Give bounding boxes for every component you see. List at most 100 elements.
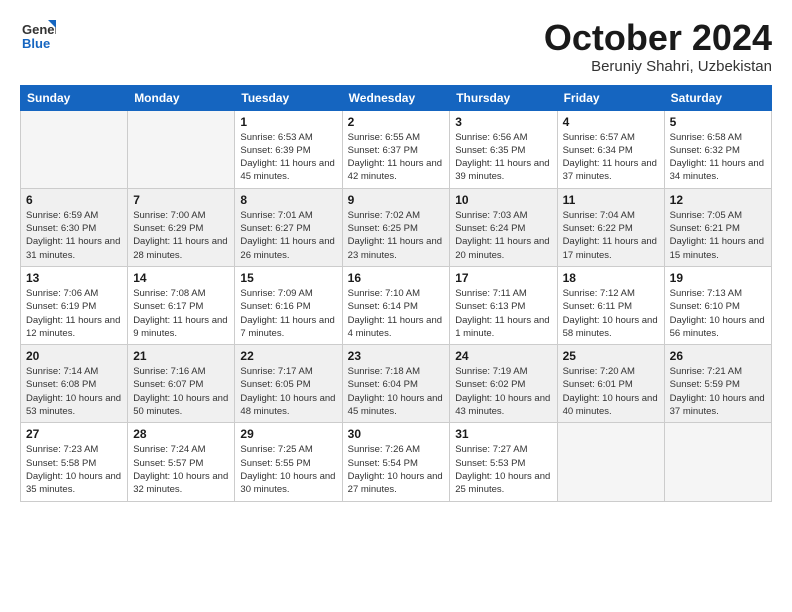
day-number: 21 (133, 349, 229, 363)
table-row: 29 Sunrise: 7:25 AMSunset: 5:55 PMDayligh… (235, 423, 342, 501)
day-info: Sunrise: 7:24 AMSunset: 5:57 PMDaylight:… (133, 443, 229, 496)
table-row (664, 423, 771, 501)
day-number: 1 (240, 115, 336, 129)
table-row: 4 Sunrise: 6:57 AMSunset: 6:34 PMDaylight… (557, 110, 664, 188)
table-row: 25 Sunrise: 7:20 AMSunset: 6:01 PMDayligh… (557, 345, 664, 423)
day-number: 9 (348, 193, 445, 207)
table-row: 9 Sunrise: 7:02 AMSunset: 6:25 PMDaylight… (342, 188, 450, 266)
day-info: Sunrise: 6:59 AMSunset: 6:30 PMDaylight:… (26, 209, 122, 262)
table-row: 15 Sunrise: 7:09 AMSunset: 6:16 PMDayligh… (235, 266, 342, 344)
day-info: Sunrise: 7:09 AMSunset: 6:16 PMDaylight:… (240, 287, 336, 340)
day-number: 2 (348, 115, 445, 129)
day-number: 17 (455, 271, 551, 285)
table-row: 17 Sunrise: 7:11 AMSunset: 6:13 PMDayligh… (450, 266, 557, 344)
day-info: Sunrise: 7:03 AMSunset: 6:24 PMDaylight:… (455, 209, 551, 262)
table-row: 30Sunrise: 7:26 AMSunset: 5:54 PMDayligh… (342, 423, 450, 501)
day-info: Sunrise: 7:13 AMSunset: 6:10 PMDaylight:… (670, 287, 766, 340)
day-number: 23 (348, 349, 445, 363)
day-info: Sunrise: 7:21 AMSunset: 5:59 PMDaylight:… (670, 365, 766, 418)
table-row: 21Sunrise: 7:16 AMSunset: 6:07 PMDayligh… (128, 345, 235, 423)
day-number: 29 (240, 427, 336, 441)
table-row: 20Sunrise: 7:14 AMSunset: 6:08 PMDayligh… (21, 345, 128, 423)
day-info: Sunrise: 7:08 AMSunset: 6:17 PMDaylight:… (133, 287, 229, 340)
table-row: 18 Sunrise: 7:12 AMSunset: 6:11 PMDayligh… (557, 266, 664, 344)
header: General Blue October 2024 Beruniy Shahri… (20, 18, 772, 75)
day-number: 18 (563, 271, 659, 285)
header-sunday: Sunday (21, 85, 128, 110)
day-info: Sunrise: 7:10 AMSunset: 6:14 PMDaylight:… (348, 287, 445, 340)
day-number: 30 (348, 427, 445, 441)
table-row (128, 110, 235, 188)
day-number: 24 (455, 349, 551, 363)
day-number: 15 (240, 271, 336, 285)
month-title: October 2024 (544, 18, 772, 58)
calendar-header-row: Sunday Monday Tuesday Wednesday Thursday… (21, 85, 772, 110)
table-row: 26 Sunrise: 7:21 AMSunset: 5:59 PMDayligh… (664, 345, 771, 423)
table-row: 1 Sunrise: 6:53 AMSunset: 6:39 PMDaylight… (235, 110, 342, 188)
day-info: Sunrise: 7:06 AMSunset: 6:19 PMDaylight:… (26, 287, 122, 340)
calendar: Sunday Monday Tuesday Wednesday Thursday… (20, 85, 772, 502)
day-info: Sunrise: 6:53 AMSunset: 6:39 PMDaylight:… (240, 131, 336, 184)
table-row: 13 Sunrise: 7:06 AMSunset: 6:19 PMDayligh… (21, 266, 128, 344)
logo: General Blue (20, 18, 56, 54)
day-number: 27 (26, 427, 122, 441)
header-saturday: Saturday (664, 85, 771, 110)
header-friday: Friday (557, 85, 664, 110)
location: Beruniy Shahri, Uzbekistan (544, 58, 772, 75)
table-row: 6 Sunrise: 6:59 AMSunset: 6:30 PMDaylight… (21, 188, 128, 266)
day-number: 10 (455, 193, 551, 207)
day-info: Sunrise: 6:57 AMSunset: 6:34 PMDaylight:… (563, 131, 659, 184)
day-info: Sunrise: 7:27 AMSunset: 5:53 PMDaylight:… (455, 443, 551, 496)
header-wednesday: Wednesday (342, 85, 450, 110)
day-info: Sunrise: 7:00 AMSunset: 6:29 PMDaylight:… (133, 209, 229, 262)
logo-icon: General Blue (20, 18, 56, 54)
day-number: 14 (133, 271, 229, 285)
table-row: 5 Sunrise: 6:58 AMSunset: 6:32 PMDaylight… (664, 110, 771, 188)
day-info: Sunrise: 7:04 AMSunset: 6:22 PMDaylight:… (563, 209, 659, 262)
header-tuesday: Tuesday (235, 85, 342, 110)
day-number: 3 (455, 115, 551, 129)
table-row: 11Sunrise: 7:04 AMSunset: 6:22 PMDayligh… (557, 188, 664, 266)
day-info: Sunrise: 7:17 AMSunset: 6:05 PMDaylight:… (240, 365, 336, 418)
day-number: 16 (348, 271, 445, 285)
table-row: 12 Sunrise: 7:05 AMSunset: 6:21 PMDayligh… (664, 188, 771, 266)
table-row: 24 Sunrise: 7:19 AMSunset: 6:02 PMDayligh… (450, 345, 557, 423)
svg-text:Blue: Blue (22, 36, 50, 51)
day-info: Sunrise: 7:23 AMSunset: 5:58 PMDaylight:… (26, 443, 122, 496)
table-row: 3 Sunrise: 6:56 AMSunset: 6:35 PMDaylight… (450, 110, 557, 188)
day-number: 6 (26, 193, 122, 207)
table-row: 22 Sunrise: 7:17 AMSunset: 6:05 PMDayligh… (235, 345, 342, 423)
day-info: Sunrise: 6:58 AMSunset: 6:32 PMDaylight:… (670, 131, 766, 184)
day-number: 31 (455, 427, 551, 441)
page: General Blue October 2024 Beruniy Shahri… (0, 0, 792, 512)
header-monday: Monday (128, 85, 235, 110)
day-number: 26 (670, 349, 766, 363)
day-info: Sunrise: 7:20 AMSunset: 6:01 PMDaylight:… (563, 365, 659, 418)
day-number: 5 (670, 115, 766, 129)
day-info: Sunrise: 7:19 AMSunset: 6:02 PMDaylight:… (455, 365, 551, 418)
day-info: Sunrise: 7:02 AMSunset: 6:25 PMDaylight:… (348, 209, 445, 262)
table-row: 10 Sunrise: 7:03 AMSunset: 6:24 PMDayligh… (450, 188, 557, 266)
day-info: Sunrise: 7:12 AMSunset: 6:11 PMDaylight:… (563, 287, 659, 340)
table-row: 27 Sunrise: 7:23 AMSunset: 5:58 PMDayligh… (21, 423, 128, 501)
day-number: 28 (133, 427, 229, 441)
header-thursday: Thursday (450, 85, 557, 110)
table-row: 16 Sunrise: 7:10 AMSunset: 6:14 PMDayligh… (342, 266, 450, 344)
table-row: 8Sunrise: 7:01 AMSunset: 6:27 PMDaylight… (235, 188, 342, 266)
table-row (21, 110, 128, 188)
day-number: 22 (240, 349, 336, 363)
day-number: 7 (133, 193, 229, 207)
day-info: Sunrise: 7:25 AMSunset: 5:55 PMDaylight:… (240, 443, 336, 496)
svg-text:General: General (22, 22, 56, 37)
day-number: 13 (26, 271, 122, 285)
day-number: 25 (563, 349, 659, 363)
day-number: 12 (670, 193, 766, 207)
day-info: Sunrise: 6:56 AMSunset: 6:35 PMDaylight:… (455, 131, 551, 184)
day-info: Sunrise: 7:11 AMSunset: 6:13 PMDaylight:… (455, 287, 551, 340)
table-row (557, 423, 664, 501)
day-info: Sunrise: 7:18 AMSunset: 6:04 PMDaylight:… (348, 365, 445, 418)
day-info: Sunrise: 7:05 AMSunset: 6:21 PMDaylight:… (670, 209, 766, 262)
day-number: 4 (563, 115, 659, 129)
day-number: 20 (26, 349, 122, 363)
title-block: October 2024 Beruniy Shahri, Uzbekistan (544, 18, 772, 75)
